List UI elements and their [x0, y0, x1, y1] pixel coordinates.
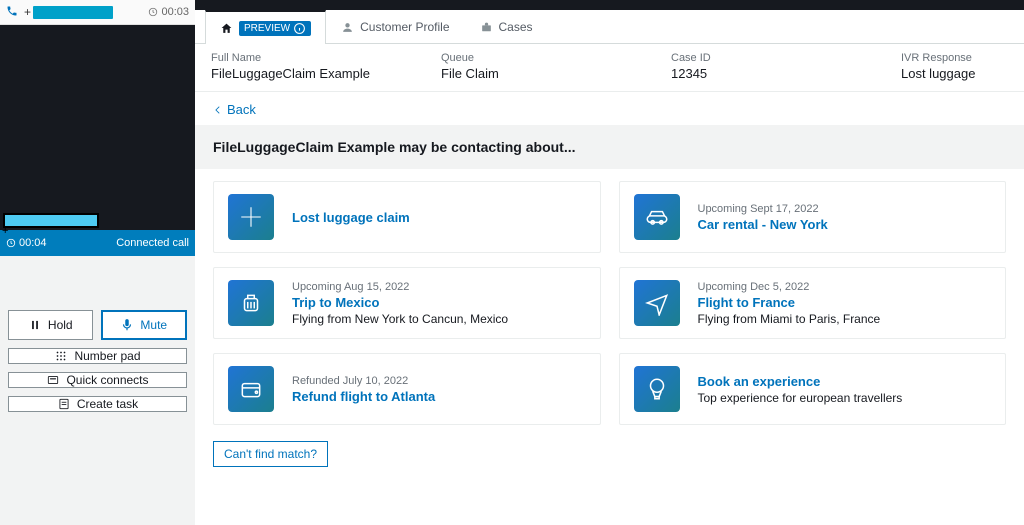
luggage-icon: [228, 280, 274, 326]
cant-find-match-button[interactable]: Can't find match?: [213, 441, 328, 467]
quick-connects-button[interactable]: Quick connects: [8, 372, 187, 388]
top-dark-strip: [195, 0, 1024, 10]
agent-panel: + 00:03 + 00:04 Connected call: [0, 0, 195, 525]
card-trip-mexico[interactable]: Upcoming Aug 15, 2022 Trip to Mexico Fly…: [213, 267, 601, 339]
card-meta: Upcoming Aug 15, 2022: [292, 281, 508, 293]
status-timer: 00:04: [6, 237, 47, 249]
card-title: Refund flight to Atlanta: [292, 389, 435, 404]
tab-bar: PREVIEW Customer Profile Cases: [195, 10, 1024, 44]
card-sub: Top experience for european travellers: [698, 391, 903, 405]
contact-info-bar: Full Name FileLuggageClaim Example Queue…: [195, 44, 1024, 92]
plane-icon: [634, 280, 680, 326]
tab-customer-profile[interactable]: Customer Profile: [326, 10, 464, 43]
main-panel: PREVIEW Customer Profile Cases Full Name…: [195, 0, 1024, 525]
call-status-bar: + 00:04 Connected call: [0, 230, 195, 256]
cards-grid: Lost luggage claim Upcoming Sept 17, 202…: [195, 181, 1024, 425]
card-meta: Upcoming Sept 17, 2022: [698, 203, 828, 215]
numpad-button[interactable]: Number pad: [8, 348, 187, 364]
card-meta: Refunded July 10, 2022: [292, 375, 435, 387]
tab-home[interactable]: PREVIEW: [205, 10, 326, 44]
card-sub: Flying from New York to Cancun, Mexico: [292, 312, 508, 326]
card-sub: Flying from Miami to Paris, France: [698, 312, 881, 326]
card-title: Book an experience: [698, 374, 903, 389]
info-full-name: Full Name FileLuggageClaim Example: [211, 52, 441, 81]
card-title: Trip to Mexico: [292, 295, 508, 310]
preview-badge: PREVIEW: [239, 21, 311, 36]
wallet-icon: [228, 366, 274, 412]
card-title: Flight to France: [698, 295, 881, 310]
info-ivr: IVR Response Lost luggage: [901, 52, 1015, 81]
contacting-header: FileLuggageClaim Example may be contacti…: [195, 125, 1024, 169]
call-header: + 00:03: [0, 0, 195, 25]
card-book-experience[interactable]: Book an experience Top experience for eu…: [619, 353, 1007, 425]
back-link[interactable]: Back: [195, 92, 1024, 125]
card-car-rental[interactable]: Upcoming Sept 17, 2022 Car rental - New …: [619, 181, 1007, 253]
caller-id-redacted: [33, 6, 113, 19]
card-title: Lost luggage claim: [292, 210, 410, 225]
call-state: Connected call: [116, 237, 189, 249]
no-match-row: Can't find match?: [213, 441, 1006, 467]
card-meta: Upcoming Dec 5, 2022: [698, 281, 881, 293]
hold-button[interactable]: Hold: [8, 310, 93, 340]
card-title: Car rental - New York: [698, 217, 828, 232]
card-flight-france[interactable]: Upcoming Dec 5, 2022 Flight to France Fl…: [619, 267, 1007, 339]
car-icon: [634, 194, 680, 240]
call-controls: Hold Mute Number pad Quick connects Crea…: [0, 256, 195, 420]
caller-id-box: [3, 213, 99, 228]
create-task-button[interactable]: Create task: [8, 396, 187, 412]
tab-cases[interactable]: Cases: [465, 10, 548, 43]
card-refund-atlanta[interactable]: Refunded July 10, 2022 Refund flight to …: [213, 353, 601, 425]
card-lost-luggage-claim[interactable]: Lost luggage claim: [213, 181, 601, 253]
plus-icon: [228, 194, 274, 240]
balloon-icon: [634, 366, 680, 412]
mute-button[interactable]: Mute: [101, 310, 188, 340]
caller-plus: +: [24, 5, 31, 19]
phone-icon: [6, 5, 18, 20]
call-dark-area: [0, 25, 195, 230]
info-case-id: Case ID 12345: [671, 52, 901, 81]
header-timer: 00:03: [148, 6, 189, 18]
info-queue: Queue File Claim: [441, 52, 671, 81]
